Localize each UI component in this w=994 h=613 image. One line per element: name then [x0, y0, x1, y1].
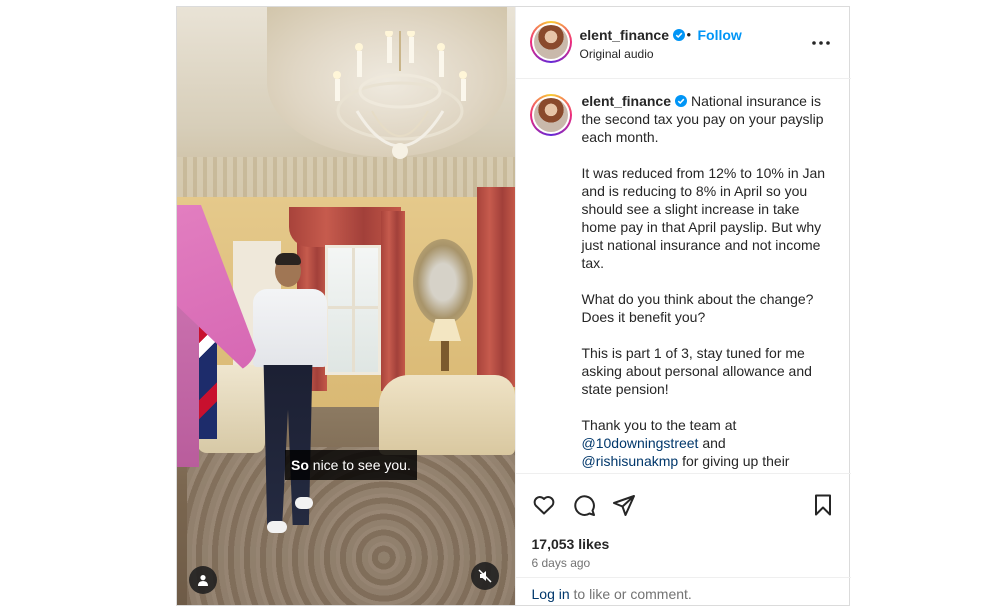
caption-username[interactable]: elent_finance — [582, 93, 671, 109]
scene-lamp-base — [441, 341, 449, 371]
video-subtitle: So nice to see you. — [285, 450, 417, 480]
more-options-icon — [811, 41, 830, 45]
mute-toggle-button[interactable] — [471, 562, 499, 590]
muted-speaker-icon — [478, 569, 492, 583]
scene-mirror — [413, 239, 473, 325]
caption-paragraph: Thank you to the team at @10downingstreet… — [582, 416, 832, 470]
subtitle-bold: So — [291, 457, 309, 473]
heart-icon[interactable] — [532, 493, 556, 517]
comment-icon[interactable] — [572, 493, 596, 517]
scene-chandelier — [333, 31, 467, 159]
caption-paragraph: This is part 1 of 3, stay tuned for me a… — [581, 345, 812, 397]
verified-badge-icon — [674, 95, 687, 107]
login-prompt-text: to like or comment. — [569, 586, 692, 602]
share-icon[interactable] — [612, 493, 636, 517]
user-tags-button[interactable] — [189, 566, 217, 594]
instagram-post: So nice to see you. elent_finance • Foll… — [176, 6, 851, 606]
scene-person-shoe — [295, 497, 313, 509]
caption-paragraph: What do you think about the change? Does… — [581, 291, 814, 325]
bookmark-icon[interactable] — [811, 493, 835, 517]
author-avatar[interactable] — [529, 21, 572, 63]
subtitle-text: nice to see you. — [308, 457, 411, 473]
scene-person-hair — [275, 253, 301, 265]
author-username[interactable]: elent_finance — [580, 27, 685, 43]
more-options-button[interactable] — [809, 31, 833, 55]
caption-scroll-area[interactable]: elent_finance National insurance is the s… — [516, 80, 851, 472]
post-header: elent_finance • Follow Original audio — [515, 7, 851, 79]
scene-person-shirt — [253, 289, 327, 367]
scene-window — [325, 245, 381, 375]
post-video[interactable]: So nice to see you. — [177, 7, 515, 605]
audio-label[interactable]: Original audio — [580, 47, 654, 61]
scene-curtain-right — [477, 187, 515, 387]
thanks-tail-text: for giving up their — [678, 453, 790, 469]
login-link[interactable]: Log in — [532, 586, 570, 602]
caption-text: elent_finance National insurance is the s… — [582, 92, 832, 472]
post-side-panel: elent_finance • Follow Original audio el… — [514, 7, 851, 606]
follow-button[interactable]: Follow — [698, 27, 742, 43]
author-username-text[interactable]: elent_finance — [580, 27, 669, 43]
scene-sofa — [379, 375, 515, 455]
user-icon — [198, 575, 208, 586]
verified-badge-icon — [672, 29, 685, 41]
header-separator: • — [686, 27, 692, 42]
mention-link[interactable]: @rishisunakmp — [582, 453, 679, 469]
thanks-text: Thank you to the team at — [581, 417, 737, 433]
like-count[interactable]: 17,053 likes — [532, 536, 610, 552]
scene-curtain-mid — [381, 211, 405, 391]
post-timestamp[interactable]: 6 days ago — [532, 556, 591, 570]
caption-author-avatar[interactable] — [529, 94, 572, 136]
scene-person-shoe — [267, 521, 287, 533]
caption-paragraph: elent_finance National insurance is the s… — [582, 92, 832, 146]
post-actions: 17,053 likes 6 days ago Log in to like o… — [515, 473, 851, 606]
login-prompt: Log in to like or comment. — [515, 577, 851, 606]
mention-link[interactable]: @10downingstreet — [582, 435, 699, 451]
and-text: and — [698, 435, 726, 451]
caption-paragraph: It was reduced from 12% to 10% in Jan an… — [581, 165, 826, 271]
